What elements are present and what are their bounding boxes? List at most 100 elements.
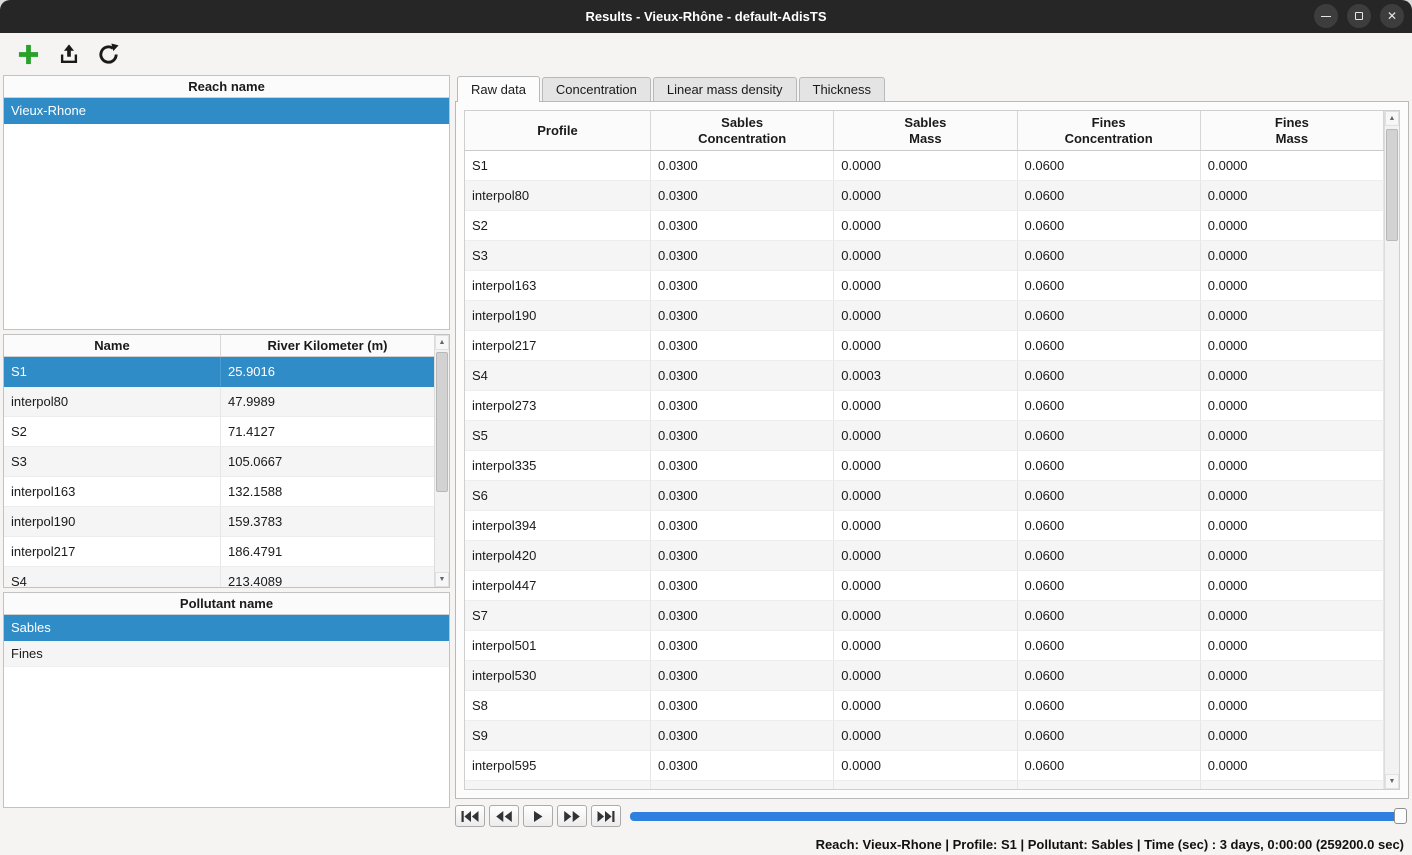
table-row[interactable]: S2 0.0300 0.0000 0.0600 0.0000 bbox=[465, 211, 1384, 241]
cell-sables-concentration: 0.0300 bbox=[651, 541, 834, 571]
table-row[interactable]: S7 0.0300 0.0000 0.0600 0.0000 bbox=[465, 601, 1384, 631]
column-header-sables-concentration[interactable]: Sables Concentration bbox=[651, 111, 834, 150]
tab[interactable]: Linear mass density bbox=[653, 77, 797, 101]
export-button[interactable] bbox=[55, 41, 82, 68]
table-row[interactable]: S4 0.0300 0.0003 0.0600 0.0000 bbox=[465, 361, 1384, 391]
table-row[interactable]: S3 0.0300 0.0000 0.0600 0.0000 bbox=[465, 241, 1384, 271]
column-header-fines-mass[interactable]: Fines Mass bbox=[1201, 111, 1384, 150]
column-header-sables-mass[interactable]: Sables Mass bbox=[834, 111, 1017, 150]
column-header-name[interactable]: Name bbox=[4, 335, 221, 356]
column-header-river-kilometer[interactable]: River Kilometer (m) bbox=[221, 335, 434, 356]
table-row[interactable]: interpol447 0.0300 0.0000 0.0600 0.0000 bbox=[465, 571, 1384, 601]
pollutant-item[interactable]: Sables bbox=[4, 615, 449, 641]
profile-row[interactable]: interpol217 186.4791 bbox=[4, 537, 434, 567]
profile-row[interactable]: S2 71.4127 bbox=[4, 417, 434, 447]
profiles-table-header: Name River Kilometer (m) bbox=[4, 335, 434, 357]
skip-to-end-button[interactable] bbox=[591, 805, 621, 827]
time-slider-handle[interactable] bbox=[1394, 808, 1407, 824]
step-backward-button[interactable] bbox=[489, 805, 519, 827]
table-row[interactable]: S10 0.0300 0.0000 0.0600 0.0000 bbox=[465, 781, 1384, 789]
table-row[interactable]: interpol530 0.0300 0.0000 0.0600 0.0000 bbox=[465, 661, 1384, 691]
table-row[interactable]: interpol501 0.0300 0.0000 0.0600 0.0000 bbox=[465, 631, 1384, 661]
cell-sables-mass: 0.0000 bbox=[834, 661, 1017, 691]
data-table-body: S1 0.0300 0.0000 0.0600 0.0000 interpol8… bbox=[465, 151, 1384, 789]
table-row[interactable]: interpol273 0.0300 0.0000 0.0600 0.0000 bbox=[465, 391, 1384, 421]
cell-fines-concentration: 0.0600 bbox=[1018, 691, 1201, 721]
scroll-up-icon[interactable]: ▲ bbox=[435, 335, 449, 350]
table-row[interactable]: interpol217 0.0300 0.0000 0.0600 0.0000 bbox=[465, 331, 1384, 361]
plus-icon bbox=[17, 43, 40, 66]
table-scroll-thumb[interactable] bbox=[1386, 129, 1398, 241]
cell-river-kilometer: 71.4127 bbox=[221, 417, 434, 447]
cell-fines-concentration: 0.0600 bbox=[1018, 751, 1201, 781]
column-header-fines-concentration[interactable]: Fines Concentration bbox=[1018, 111, 1201, 150]
profile-row[interactable]: interpol163 132.1588 bbox=[4, 477, 434, 507]
scroll-up-icon[interactable]: ▲ bbox=[1385, 111, 1399, 126]
header-line: Concentration bbox=[1065, 131, 1153, 147]
table-row[interactable]: interpol163 0.0300 0.0000 0.0600 0.0000 bbox=[465, 271, 1384, 301]
cell-fines-concentration: 0.0600 bbox=[1018, 571, 1201, 601]
cell-fines-concentration: 0.0600 bbox=[1018, 631, 1201, 661]
skip-to-start-button[interactable] bbox=[455, 805, 485, 827]
cell-sables-concentration: 0.0300 bbox=[651, 331, 834, 361]
pollutant-item[interactable]: Fines bbox=[4, 641, 449, 667]
cell-sables-concentration: 0.0300 bbox=[651, 601, 834, 631]
profile-row[interactable]: interpol190 159.3783 bbox=[4, 507, 434, 537]
close-button[interactable]: ✕ bbox=[1380, 4, 1404, 28]
cell-sables-concentration: 0.0300 bbox=[651, 751, 834, 781]
minimize-button[interactable] bbox=[1314, 4, 1338, 28]
cell-fines-concentration: 0.0600 bbox=[1018, 241, 1201, 271]
table-row[interactable]: interpol595 0.0300 0.0000 0.0600 0.0000 bbox=[465, 751, 1384, 781]
table-scroll-track[interactable] bbox=[1385, 126, 1399, 774]
table-row[interactable]: interpol420 0.0300 0.0000 0.0600 0.0000 bbox=[465, 541, 1384, 571]
scroll-down-icon[interactable]: ▼ bbox=[435, 572, 449, 587]
profile-row[interactable]: S1 25.9016 bbox=[4, 357, 434, 387]
table-row[interactable]: S9 0.0300 0.0000 0.0600 0.0000 bbox=[465, 721, 1384, 751]
cell-sables-mass: 0.0000 bbox=[834, 571, 1017, 601]
window-title: Results - Vieux-Rhône - default-AdisTS bbox=[585, 9, 826, 24]
tab[interactable]: Raw data bbox=[457, 76, 540, 101]
cell-profile: S4 bbox=[465, 361, 651, 391]
profile-row[interactable]: S3 105.0667 bbox=[4, 447, 434, 477]
cell-sables-concentration: 0.0300 bbox=[651, 661, 834, 691]
refresh-button[interactable] bbox=[95, 41, 122, 68]
table-scrollbar[interactable]: ▲ ▼ bbox=[1384, 111, 1399, 789]
header-line: Sables bbox=[721, 115, 763, 131]
table-row[interactable]: interpol190 0.0300 0.0000 0.0600 0.0000 bbox=[465, 301, 1384, 331]
profile-row[interactable]: S4 213.4089 bbox=[4, 567, 434, 587]
cell-sables-mass: 0.0000 bbox=[834, 601, 1017, 631]
tab[interactable]: Thickness bbox=[799, 77, 886, 101]
play-button[interactable] bbox=[523, 805, 553, 827]
tab-label: Concentration bbox=[556, 82, 637, 97]
profile-row[interactable]: interpol80 47.9989 bbox=[4, 387, 434, 417]
skip-to-start-icon bbox=[461, 811, 479, 822]
table-row[interactable]: interpol394 0.0300 0.0000 0.0600 0.0000 bbox=[465, 511, 1384, 541]
cell-profile: interpol273 bbox=[465, 391, 651, 421]
time-slider[interactable] bbox=[630, 805, 1407, 827]
titlebar[interactable]: Results - Vieux-Rhône - default-AdisTS ✕ bbox=[0, 0, 1412, 33]
tab[interactable]: Concentration bbox=[542, 77, 651, 101]
cell-profile-name: S3 bbox=[4, 447, 221, 477]
step-forward-button[interactable] bbox=[557, 805, 587, 827]
reach-item[interactable]: Vieux-Rhone bbox=[4, 98, 449, 124]
cell-river-kilometer: 186.4791 bbox=[221, 537, 434, 567]
table-row[interactable]: S6 0.0300 0.0000 0.0600 0.0000 bbox=[465, 481, 1384, 511]
table-row[interactable]: S5 0.0300 0.0000 0.0600 0.0000 bbox=[465, 421, 1384, 451]
profiles-scroll-track[interactable] bbox=[435, 350, 449, 572]
cell-profile: interpol420 bbox=[465, 541, 651, 571]
table-row[interactable]: S8 0.0300 0.0000 0.0600 0.0000 bbox=[465, 691, 1384, 721]
data-table-inner: Profile Sables Concentration Sables Mass… bbox=[465, 111, 1384, 789]
table-row[interactable]: interpol335 0.0300 0.0000 0.0600 0.0000 bbox=[465, 451, 1384, 481]
profiles-scroll-thumb[interactable] bbox=[436, 352, 448, 492]
column-header-profile[interactable]: Profile bbox=[465, 111, 651, 150]
scroll-down-icon[interactable]: ▼ bbox=[1385, 774, 1399, 789]
table-row[interactable]: S1 0.0300 0.0000 0.0600 0.0000 bbox=[465, 151, 1384, 181]
cell-sables-mass: 0.0000 bbox=[834, 691, 1017, 721]
cell-profile: interpol335 bbox=[465, 451, 651, 481]
profiles-scrollbar[interactable]: ▲ ▼ bbox=[434, 335, 449, 587]
time-slider-track[interactable] bbox=[630, 812, 1405, 821]
maximize-button[interactable] bbox=[1347, 4, 1371, 28]
add-button[interactable] bbox=[15, 41, 42, 68]
table-row[interactable]: interpol80 0.0300 0.0000 0.0600 0.0000 bbox=[465, 181, 1384, 211]
cell-river-kilometer: 213.4089 bbox=[221, 567, 434, 587]
